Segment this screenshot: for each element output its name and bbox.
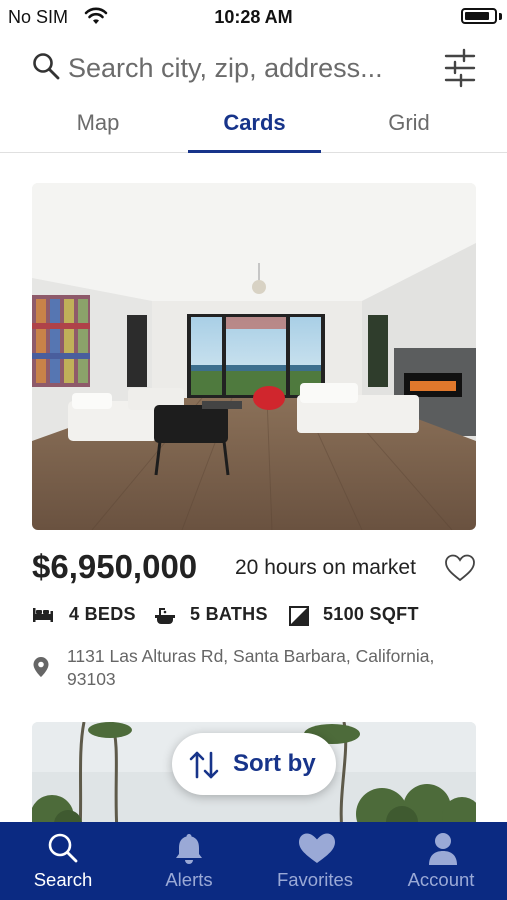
favorite-heart-icon[interactable]: [444, 553, 476, 583]
nav-label: Search: [33, 869, 93, 890]
tab-map[interactable]: Map: [48, 110, 148, 152]
search-input[interactable]: [68, 48, 428, 88]
person-icon: [429, 833, 457, 865]
nav-favorites[interactable]: Favorites: [252, 822, 378, 900]
nav-search[interactable]: Search: [0, 822, 126, 900]
bed-icon: [33, 608, 53, 622]
active-tab-indicator: [188, 150, 321, 153]
nav-label: Alerts: [165, 869, 213, 890]
clock: 10:28 AM: [214, 7, 293, 27]
filter-icon[interactable]: [443, 48, 477, 88]
bottom-navigation: Search Alerts Favorites Account: [0, 822, 507, 900]
heart-icon: [299, 833, 335, 863]
view-tabs: Map Cards Grid: [0, 104, 507, 153]
beds-count: 4 BEDS: [69, 604, 136, 624]
status-bar: No SIM 10:28 AM: [0, 0, 507, 34]
nav-label: Account: [407, 869, 475, 890]
tab-label: Cards: [223, 110, 286, 135]
nav-account[interactable]: Account: [378, 822, 504, 900]
bell-icon: [176, 834, 202, 864]
tab-label: Grid: [388, 110, 430, 135]
area-icon: [289, 606, 309, 626]
sort-by-button[interactable]: Sort by: [172, 733, 336, 795]
time-on-market: 20 hours on market: [235, 556, 416, 579]
listing-price: $6,950,000: [32, 548, 198, 585]
sort-by-label: Sort by: [233, 750, 316, 777]
search-icon: [33, 53, 60, 80]
bath-icon: [155, 608, 175, 624]
sort-arrows-icon: [189, 751, 219, 779]
living-room-image: [32, 183, 476, 530]
baths-count: 5 BATHS: [190, 604, 268, 624]
battery-icon: [461, 8, 497, 24]
search-bar: [0, 44, 507, 92]
search-icon: [48, 833, 78, 863]
tab-cards[interactable]: Cards: [188, 110, 321, 153]
listing-specs: 4 BEDS 5 BATHS 5100 SQFT: [32, 604, 482, 632]
tab-label: Map: [76, 110, 120, 135]
listing-address: 1131 Las Alturas Rd, Santa Barbara, Cali…: [67, 646, 435, 689]
listing-photo[interactable]: [32, 183, 476, 530]
battery-tip: [499, 13, 502, 20]
nav-label: Favorites: [276, 869, 354, 890]
sqft-value: 5100 SQFT: [323, 604, 419, 624]
tab-grid[interactable]: Grid: [359, 110, 459, 152]
location-pin-icon: [33, 657, 49, 677]
nav-alerts[interactable]: Alerts: [126, 822, 252, 900]
battery-level: [465, 12, 489, 20]
